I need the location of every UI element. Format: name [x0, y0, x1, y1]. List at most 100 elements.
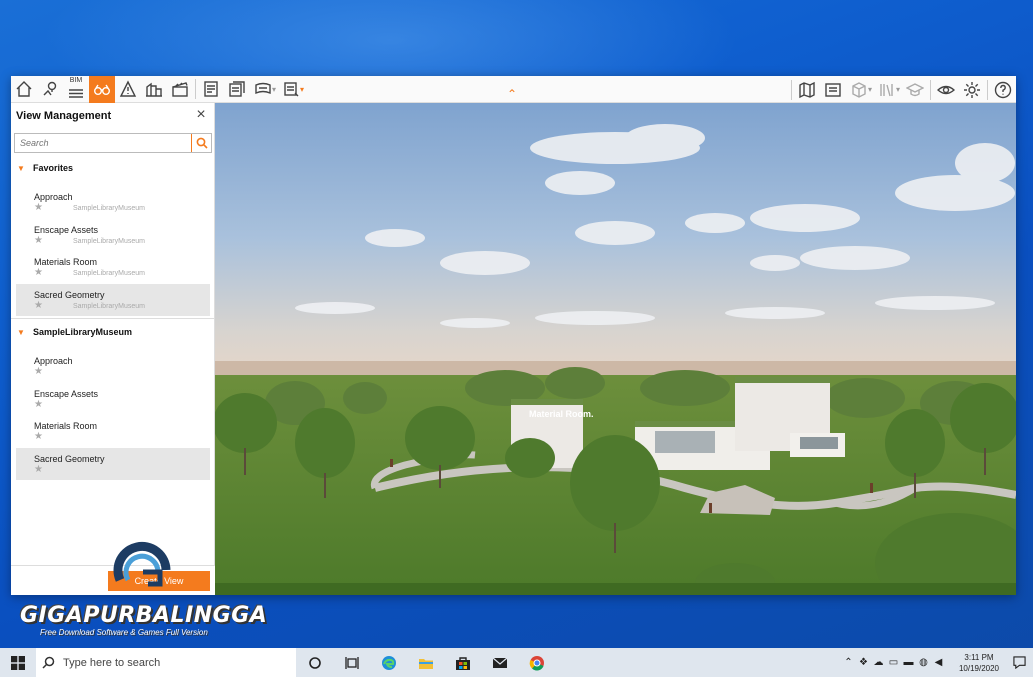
video-editor-button[interactable]	[167, 76, 193, 103]
binoculars-icon	[94, 84, 110, 95]
bim-label: BIM	[69, 76, 83, 84]
star-icon[interactable]: ★	[34, 268, 43, 278]
star-icon[interactable]: ★	[34, 432, 43, 442]
caret-down-icon[interactable]: ▼	[17, 328, 25, 337]
dropbox-icon[interactable]: ❖	[857, 648, 870, 677]
list-item[interactable]: Materials Room ★	[16, 415, 210, 448]
capture-button[interactable]	[820, 76, 846, 103]
view-name: Sacred Geometry	[34, 289, 105, 300]
settings-button[interactable]	[959, 76, 985, 103]
notification-button[interactable]	[1005, 648, 1033, 677]
list-item[interactable]: Materials Room ★ SampleLibraryMuseum	[16, 251, 210, 284]
mail-icon	[492, 657, 507, 668]
caret-down-icon[interactable]: ▼	[17, 164, 25, 173]
list-item[interactable]: Sacred Geometry ★	[16, 447, 210, 480]
visual-settings-button[interactable]	[933, 76, 959, 103]
star-icon[interactable]: ★	[34, 399, 43, 410]
favorites-group: ▼ Favorites Approach ★ SampleLibraryMuse…	[11, 160, 215, 316]
group-header[interactable]: ▼ SampleLibraryMuseum	[11, 324, 215, 344]
asset-library-button[interactable]	[141, 76, 167, 103]
exe-export-icon	[284, 82, 299, 97]
windows-logo-icon	[11, 655, 25, 670]
view-name: Approach	[34, 356, 73, 366]
export-dropdown-icon[interactable]: ▾	[300, 85, 304, 94]
chevron-up-icon[interactable]: ⌃	[505, 88, 519, 100]
circle-icon	[308, 656, 321, 669]
chrome-button[interactable]	[518, 648, 555, 677]
view-project: SampleLibraryMuseum	[73, 270, 145, 277]
toolbar-divider	[987, 79, 988, 100]
panorama-dropdown-icon[interactable]: ▾	[272, 85, 276, 94]
close-icon[interactable]: ×	[194, 107, 208, 123]
batch-render-button[interactable]	[224, 76, 250, 103]
clapperboard-icon	[172, 82, 188, 97]
toolbar: BIM ▾ ▾ ⌃ ▾ ▾	[11, 75, 1016, 103]
star-icon[interactable]: ★	[34, 203, 43, 213]
toolbar-divider	[790, 79, 792, 100]
image-export-icon	[204, 81, 218, 97]
star-icon[interactable]: ★	[34, 300, 43, 311]
store-bag-icon	[455, 656, 470, 670]
star-icon[interactable]: ★	[34, 235, 43, 246]
view-management-button[interactable]	[89, 75, 115, 103]
group-header[interactable]: ▼ Favorites	[11, 160, 215, 180]
volume-icon[interactable]: ◀	[932, 648, 945, 677]
view-name: Materials Room	[34, 421, 98, 431]
clock-time: 3:11 PM	[964, 652, 994, 662]
mail-button[interactable]	[481, 648, 518, 677]
list-item[interactable]: Approach ★ SampleLibraryMuseum	[16, 186, 210, 219]
render-scene[interactable]: Material Room.	[215, 103, 1016, 595]
sun-position-button[interactable]	[115, 76, 141, 103]
store-button[interactable]	[444, 648, 481, 677]
cortana-button[interactable]	[296, 648, 333, 677]
list-item[interactable]: Approach ★	[16, 350, 210, 383]
view-name: Approach	[34, 192, 73, 202]
clock-date: 10/19/2020	[958, 663, 1000, 673]
view-name: Sacred Geometry	[34, 453, 105, 464]
uploads-button[interactable]	[902, 76, 928, 103]
view-project: SampleLibraryMuseum	[73, 237, 145, 245]
taskbar-search[interactable]: Type here to search	[36, 648, 296, 677]
list-item[interactable]: Sacred Geometry ★ SampleLibraryMuseum	[16, 283, 210, 316]
list-item[interactable]: Enscape Assets ★	[16, 383, 210, 416]
books-dropdown-icon[interactable]: ▾	[896, 85, 900, 94]
task-view-icon	[344, 656, 359, 669]
watermark: GIGAPURBALINGGA Free Download Software &…	[20, 540, 280, 640]
toolbar-divider	[930, 79, 931, 100]
monitor-icon[interactable]: ▭	[887, 648, 900, 677]
system-tray: ⌃ ❖ ☁ ▭ ▬ ◍ ◀ 3:11 PM 10/19/2020	[842, 648, 1033, 677]
star-icon[interactable]: ★	[34, 464, 43, 475]
cube-icon	[852, 81, 866, 98]
building-right	[735, 377, 845, 457]
render-viewport[interactable]: Material Room.	[215, 103, 1016, 595]
search-input[interactable]	[15, 134, 191, 152]
view-project: SampleLibraryMuseum	[73, 302, 145, 310]
start-button[interactable]	[0, 648, 36, 677]
screenshot-button[interactable]	[198, 76, 224, 103]
view-name: Materials Room	[34, 257, 98, 267]
list-item[interactable]: Enscape Assets ★ SampleLibraryMuseum	[16, 219, 210, 252]
chevron-up-icon[interactable]: ⌃	[842, 648, 855, 677]
map-view-button[interactable]	[794, 76, 820, 103]
grad-cap-icon	[906, 82, 924, 96]
panel-title: View Management	[16, 110, 112, 122]
bim-button[interactable]: BIM	[63, 76, 89, 103]
network-icon[interactable]: ◍	[917, 648, 930, 677]
help-icon	[994, 81, 1012, 98]
foreground-shade	[215, 583, 1016, 595]
search-button[interactable]	[191, 134, 211, 152]
buildings-icon	[146, 82, 162, 97]
cube-dropdown-icon[interactable]: ▾	[868, 85, 872, 94]
cloud-icon[interactable]: ☁	[872, 648, 885, 677]
edge-button[interactable]	[370, 648, 407, 677]
help-button[interactable]	[990, 76, 1016, 103]
star-icon[interactable]: ★	[34, 367, 43, 377]
location-button[interactable]	[37, 76, 63, 103]
battery-icon[interactable]: ▬	[902, 648, 915, 677]
task-view-button[interactable]	[333, 648, 370, 677]
home-button[interactable]	[11, 76, 37, 103]
watermark-title: GIGAPURBALINGGA	[20, 603, 268, 628]
group-divider	[11, 318, 215, 319]
file-explorer-button[interactable]	[407, 648, 444, 677]
clock[interactable]: 3:11 PM 10/19/2020	[953, 652, 1005, 674]
